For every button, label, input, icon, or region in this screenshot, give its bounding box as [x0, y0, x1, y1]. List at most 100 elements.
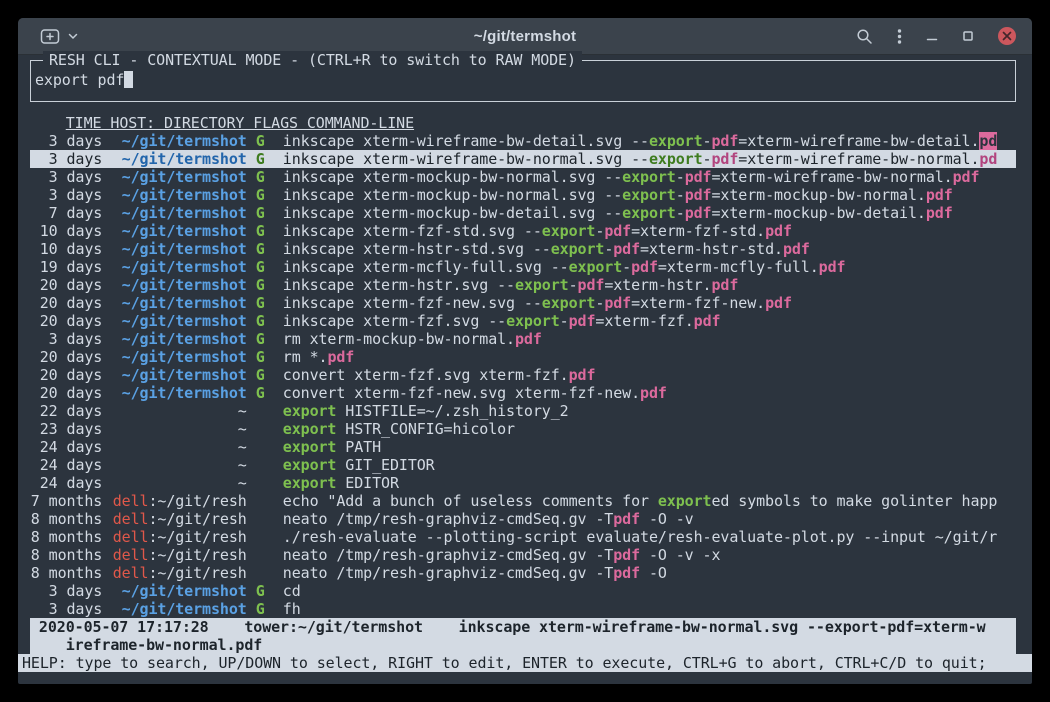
command-segment: export: [551, 240, 605, 258]
row-command: inkscape xterm-mockup-bw-normal.svg --ex…: [283, 186, 1016, 204]
row-flags: G: [256, 366, 265, 384]
command-segment: export: [515, 276, 569, 294]
command-segment: export: [569, 258, 623, 276]
row-flags: G: [256, 258, 265, 276]
history-row[interactable]: 7 days ~/git/termshot G inkscape xterm-m…: [30, 204, 1016, 222]
minimize-button[interactable]: [926, 30, 938, 42]
command-segment: pdf: [640, 384, 667, 402]
command-segment: pdf: [631, 258, 658, 276]
history-row[interactable]: 3 days ~/git/termshot G cd: [30, 582, 1016, 600]
row-flags: [256, 528, 265, 546]
kebab-menu-icon: [897, 28, 902, 45]
command-segment: inkscape xterm-fzf.svg --: [283, 312, 506, 330]
history-row[interactable]: 24 days ~ export PATH: [30, 438, 1016, 456]
history-row[interactable]: 20 days ~/git/termshot G rm *.pdf: [30, 348, 1016, 366]
command-segment: inkscape xterm-hstr.svg --: [283, 276, 515, 294]
history-row[interactable]: 10 days ~/git/termshot G inkscape xterm-…: [30, 222, 1016, 240]
command-segment: =xterm-fzf-new.: [631, 294, 765, 312]
history-row[interactable]: 3 days ~/git/termshot G inkscape xterm-m…: [30, 186, 1016, 204]
menu-button[interactable]: [897, 28, 902, 45]
row-flags: [256, 546, 265, 564]
command-segment: export: [283, 474, 337, 492]
row-time: 20 days: [30, 276, 102, 294]
command-segment: ~/git/termshot: [122, 168, 247, 186]
command-segment: pdf: [765, 222, 792, 240]
row-command: export HSTR_CONFIG=hicolor: [283, 420, 1016, 438]
history-row[interactable]: 10 days ~/git/termshot G inkscape xterm-…: [30, 240, 1016, 258]
history-row[interactable]: 24 days ~ export GIT_EDITOR: [30, 456, 1016, 474]
command-segment: neato /tmp/resh-graphviz-cmdSeq.gv -T: [283, 564, 613, 582]
command-segment: pdf: [685, 204, 712, 222]
status-line-2: ireframe-bw-normal.pdf: [30, 636, 1016, 654]
command-segment: pdf: [685, 168, 712, 186]
command-segment: ~: [238, 402, 247, 420]
row-host-directory: ~/git/termshot: [111, 150, 246, 168]
row-command: inkscape xterm-fzf-std.svg --export-pdf=…: [283, 222, 1016, 240]
command-segment: ~/git/termshot: [122, 600, 247, 618]
command-segment: pdf: [685, 186, 712, 204]
row-host-directory: ~/git/termshot: [111, 330, 246, 348]
command-segment: ~/git/termshot: [122, 204, 247, 222]
row-command: inkscape xterm-fzf.svg --export-pdf=xter…: [283, 312, 1016, 330]
command-segment: PATH: [336, 438, 381, 456]
row-command: inkscape xterm-fzf-new.svg --export-pdf=…: [283, 294, 1016, 312]
history-row[interactable]: 7 months dell:~/git/resh echo "Add a bun…: [30, 492, 1016, 510]
history-row[interactable]: 20 days ~/git/termshot G convert xterm-f…: [30, 366, 1016, 384]
history-row[interactable]: 3 days ~/git/termshot G fh: [30, 600, 1016, 618]
row-time: 20 days: [30, 366, 102, 384]
row-flags: [256, 420, 265, 438]
new-tab-icon: [40, 28, 60, 45]
history-row[interactable]: 24 days ~ export EDITOR: [30, 474, 1016, 492]
command-segment: export: [649, 132, 703, 150]
history-row[interactable]: 19 days ~/git/termshot G inkscape xterm-…: [30, 258, 1016, 276]
history-row[interactable]: 23 days ~ export HSTR_CONFIG=hicolor: [30, 420, 1016, 438]
command-segment: dell: [113, 546, 149, 564]
history-row[interactable]: 3 days ~/git/termshot G inkscape xterm-w…: [30, 150, 1016, 168]
history-row[interactable]: 8 months dell:~/git/resh neato /tmp/resh…: [30, 510, 1016, 528]
search-button[interactable]: [856, 28, 873, 45]
history-row[interactable]: 3 days ~/git/termshot G inkscape xterm-w…: [30, 132, 1016, 150]
history-row[interactable]: 20 days ~/git/termshot G inkscape xterm-…: [30, 312, 1016, 330]
history-row[interactable]: 20 days ~/git/termshot G inkscape xterm-…: [30, 276, 1016, 294]
history-row[interactable]: 8 months dell:~/git/resh neato /tmp/resh…: [30, 546, 1016, 564]
command-segment: -: [676, 186, 685, 204]
history-row[interactable]: 20 days ~/git/termshot G convert xterm-f…: [30, 384, 1016, 402]
row-flags: [256, 510, 265, 528]
history-row[interactable]: 8 months dell:~/git/resh neato /tmp/resh…: [30, 564, 1016, 582]
new-tab-button[interactable]: [40, 28, 60, 45]
command-segment: ~: [238, 438, 247, 456]
command-segment: convert xterm-fzf.svg xterm-fzf.: [283, 366, 569, 384]
row-flags: G: [256, 294, 265, 312]
close-button[interactable]: [998, 27, 1016, 45]
command-segment: rm *.: [283, 348, 328, 366]
close-icon: [1002, 31, 1012, 41]
command-segment: ~/git/termshot: [122, 582, 247, 600]
new-tab-dropdown-button[interactable]: [68, 33, 78, 40]
command-segment: =xterm-hstr-std.: [640, 240, 783, 258]
command-segment: ~/git/termshot: [122, 330, 247, 348]
history-row[interactable]: 3 days ~/git/termshot G rm xterm-mockup-…: [30, 330, 1016, 348]
minimize-icon: [926, 30, 938, 42]
command-segment: :~/git/resh: [148, 492, 246, 510]
command-segment: =xterm-mockup-bw-detail.: [711, 204, 925, 222]
row-flags: G: [256, 204, 265, 222]
command-segment: ~/git/termshot: [122, 366, 247, 384]
row-flags: G: [256, 222, 265, 240]
row-time: 3 days: [30, 582, 102, 600]
restore-button[interactable]: [962, 30, 974, 42]
row-time: 20 days: [30, 294, 102, 312]
row-time: 22 days: [30, 402, 102, 420]
history-row[interactable]: 3 days ~/git/termshot G inkscape xterm-m…: [30, 168, 1016, 186]
row-time: 3 days: [30, 330, 102, 348]
history-row[interactable]: 8 months dell:~/git/resh ./resh-evaluate…: [30, 528, 1016, 546]
command-segment: inkscape xterm-wireframe-bw-detail.svg -…: [283, 132, 649, 150]
row-command: echo "Add a bunch of useless comments fo…: [283, 492, 1016, 510]
search-input[interactable]: export pdf: [35, 71, 1011, 89]
row-flags: G: [256, 312, 265, 330]
row-time: 7 days: [30, 204, 102, 222]
command-segment: pdf: [578, 276, 605, 294]
history-row[interactable]: 20 days ~/git/termshot G inkscape xterm-…: [30, 294, 1016, 312]
command-segment: :~/git/resh: [148, 564, 246, 582]
history-row[interactable]: 22 days ~ export HISTFILE=~/.zsh_history…: [30, 402, 1016, 420]
row-host-directory: ~: [111, 420, 246, 438]
